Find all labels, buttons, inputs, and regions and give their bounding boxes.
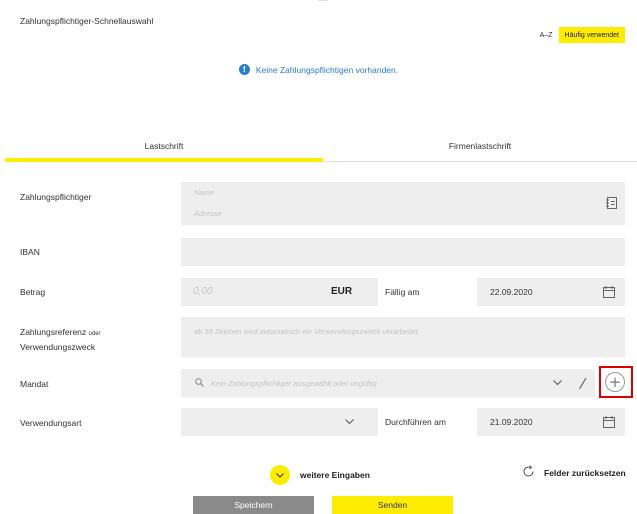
mandate-label: Mandat: [20, 379, 49, 389]
chevron-down-icon[interactable]: [344, 418, 354, 426]
calendar-icon[interactable]: [603, 286, 615, 298]
sort-toggle: A–Z Häufig verwendet: [533, 27, 625, 43]
amount-placeholder: 0,00: [193, 286, 213, 297]
reference-input[interactable]: ab 36 Zeichen wird automatisch ein Verwe…: [181, 317, 625, 357]
payer-name-placeholder: Name: [194, 188, 215, 197]
execute-date-label: Durchführen am: [385, 417, 446, 427]
search-icon: [194, 377, 204, 387]
sort-az-button[interactable]: A–Z: [533, 27, 559, 43]
reference-label-oder: oder: [88, 331, 101, 337]
payer-field[interactable]: Name Adresse: [181, 182, 625, 225]
send-button[interactable]: Senden: [332, 496, 453, 514]
calendar-icon[interactable]: [603, 416, 615, 428]
add-mandate-button[interactable]: +: [605, 372, 625, 392]
reset-fields-label: Felder zurücksetzen: [544, 467, 626, 478]
chevron-down-icon[interactable]: [552, 378, 562, 388]
empty-payers-notice: ! Keine Zahlungspflichtigen vorhanden.: [0, 64, 637, 75]
reference-label-main: Zahlungsreferenz: [20, 327, 87, 337]
purpose-type-select[interactable]: [181, 408, 378, 436]
execute-date-field[interactable]: 21.09.2020: [477, 408, 625, 436]
reference-label: Zahlungsreferenz oder Verwendungszweck: [20, 326, 101, 354]
sort-frequent-button[interactable]: Häufig verwendet: [558, 27, 625, 43]
more-inputs-label: weitere Eingaben: [300, 470, 370, 480]
quick-select-title: Zahlungspflichtiger-Schnellauswahl: [20, 16, 154, 26]
amount-label: Betrag: [20, 287, 46, 297]
reference-label-purpose: Verwendungszweck: [20, 342, 96, 352]
pencil-icon[interactable]: [577, 376, 589, 389]
exclamation-icon: !: [238, 64, 250, 75]
payment-type-tabs: Lastschrift Firmenlastschrift: [5, 136, 637, 162]
currency-label: EUR: [331, 286, 353, 297]
iban-input[interactable]: [181, 238, 625, 266]
purpose-type-label: Verwendungsart: [20, 418, 82, 428]
due-date-field[interactable]: 22.09.2020: [477, 278, 625, 306]
more-inputs-toggle[interactable]: weitere Eingaben: [270, 465, 370, 485]
chevron-down-icon: [270, 465, 290, 485]
empty-payers-message: Keine Zahlungspflichtigen vorhanden.: [255, 64, 399, 75]
mandate-select[interactable]: Kein Zahlungspflichtiger ausgewählt oder…: [181, 369, 595, 397]
tab-firmenlastschrift[interactable]: Firmenlastschrift: [323, 136, 637, 161]
plus-icon: +: [608, 372, 622, 391]
payer-label: Zahlungspflichtiger: [20, 192, 92, 202]
payer-address-placeholder: Adresse: [194, 209, 222, 218]
address-book-icon[interactable]: [604, 196, 618, 210]
reset-fields-button[interactable]: Felder zurücksetzen: [522, 465, 626, 480]
iban-label: IBAN: [20, 247, 40, 257]
mandate-placeholder: Kein Zahlungspflichtiger ausgewählt oder…: [211, 379, 377, 388]
due-date-value: 22.09.2020: [490, 287, 533, 297]
reference-placeholder: ab 36 Zeichen wird automatisch ein Verwe…: [194, 327, 419, 336]
tab-lastschrift[interactable]: Lastschrift: [5, 136, 323, 162]
refresh-icon: [522, 465, 535, 480]
top-divider: [318, 0, 328, 1]
execute-date-value: 21.09.2020: [490, 417, 533, 427]
due-date-label: Fällig am: [385, 287, 420, 297]
save-button[interactable]: Speichern: [193, 496, 314, 514]
